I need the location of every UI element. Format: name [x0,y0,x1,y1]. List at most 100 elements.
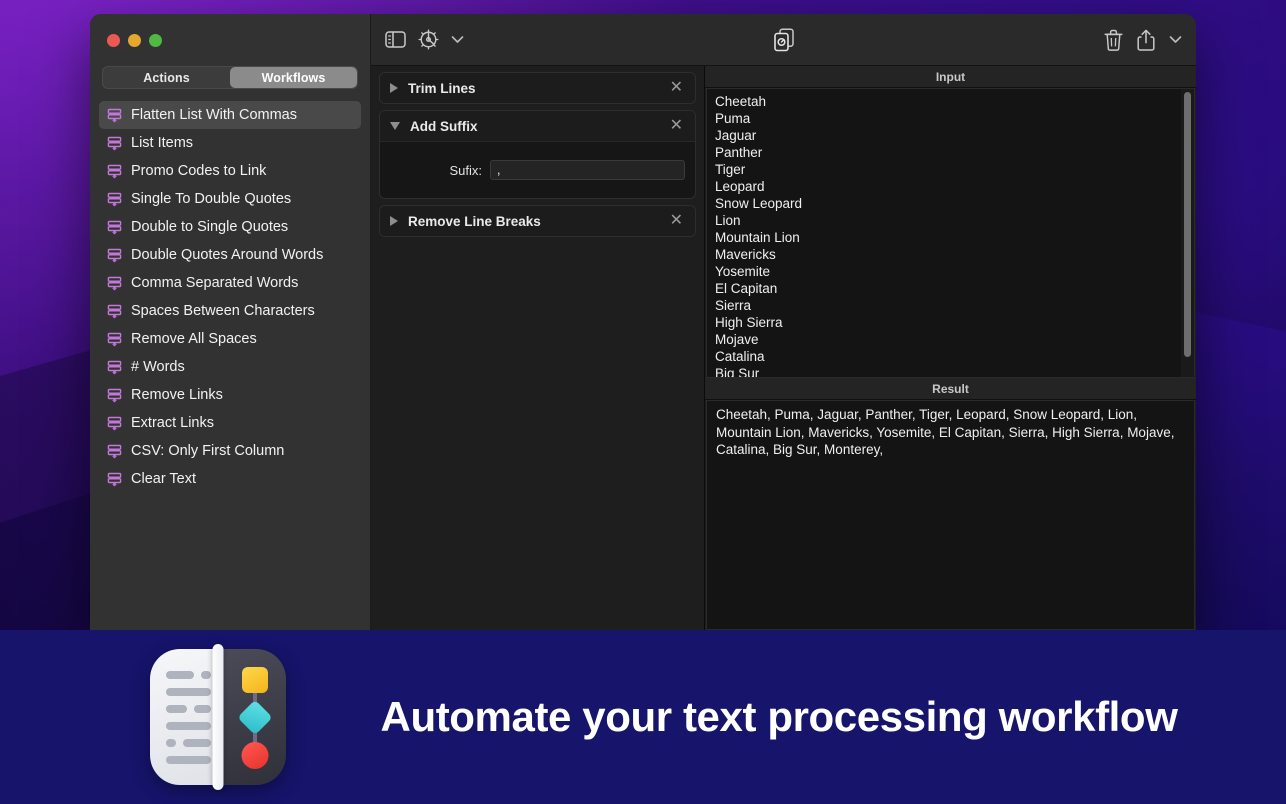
minimize-button[interactable] [128,33,141,47]
input-header-label: Input [935,69,966,84]
workflow-list-item-label: Extract Links [131,415,214,431]
triangle-down-icon[interactable] [390,122,400,130]
result-panel[interactable]: Cheetah, Puma, Jaguar, Panther, Tiger, L… [706,400,1195,630]
share-icon[interactable] [1137,29,1155,51]
action-field-row: Sufix: [390,160,685,180]
sidebar-toggle-icon[interactable] [385,31,406,48]
workflow-list-item[interactable]: Double to Single Quotes [99,213,361,241]
flatten-icon [107,108,122,122]
workflow-list-item-label: Spaces Between Characters [131,303,315,319]
app-icon-circle-node [241,742,269,769]
app-icon-diamond-node [237,699,273,736]
remove-action-button[interactable]: ✕ [668,80,685,96]
workflow-list-item-label: Promo Codes to Link [131,163,267,179]
action-card[interactable]: Remove Line Breaks ✕ [379,205,696,237]
flatten-icon [107,360,122,374]
remove-action-button[interactable]: ✕ [668,213,685,229]
close-button[interactable] [107,33,120,47]
workflow-list-item[interactable]: Comma Separated Words [99,269,361,297]
action-card-header[interactable]: Remove Line Breaks ✕ [380,206,695,236]
app-icon [150,644,286,790]
result-header-label: Result [932,381,969,396]
action-card-title: Trim Lines [408,80,476,96]
actions-workflows-segmented-control[interactable]: Actions Workflows [102,66,358,89]
action-card-title: Remove Line Breaks [408,213,541,229]
gear-icon[interactable] [418,29,439,50]
workflow-list-item[interactable]: Extract Links [99,409,361,437]
flatten-icon [107,388,122,402]
workflow-list-item[interactable]: Clear Text [99,465,361,493]
workflow-list-item[interactable]: List Items [99,129,361,157]
zoom-button[interactable] [149,33,162,47]
action-card-body: Sufix: [380,141,695,198]
flatten-icon [107,248,122,262]
trash-icon[interactable] [1104,29,1123,51]
app-icon-workflow-side [223,649,286,785]
workflow-list-item[interactable]: Double Quotes Around Words [99,241,361,269]
workflow-list-item-label: Comma Separated Words [131,275,299,291]
flatten-icon [107,304,122,318]
workflow-list-item[interactable]: Promo Codes to Link [99,157,361,185]
action-card-header[interactable]: Add Suffix ✕ [380,111,695,141]
main-area: Trim Lines ✕ Add Suffix ✕ Sufix: Remove … [371,14,1196,630]
workflow-list-item[interactable]: Flatten List With Commas [99,101,361,129]
workflow-list-item[interactable]: Remove Links [99,381,361,409]
action-card[interactable]: Add Suffix ✕ Sufix: [379,110,696,199]
input-header: Input [705,66,1196,88]
triangle-right-icon[interactable] [390,83,398,93]
sidebar: Actions Workflows Flatten List With Comm… [90,14,371,630]
tab-actions[interactable]: Actions [103,67,230,88]
flatten-icon [107,192,122,206]
app-window: Actions Workflows Flatten List With Comm… [90,14,1196,630]
action-card-header[interactable]: Trim Lines ✕ [380,73,695,103]
flatten-icon [107,444,122,458]
window-controls [90,14,370,66]
chevron-down-icon[interactable] [1169,35,1182,44]
workflow-list-item-label: Single To Double Quotes [131,191,292,207]
workflow-list-item-label: # Words [131,359,185,375]
flatten-icon [107,276,122,290]
workflow-actions-column[interactable]: Trim Lines ✕ Add Suffix ✕ Sufix: Remove … [371,66,705,630]
workflow-list[interactable]: Flatten List With Commas List Items Prom… [90,97,370,630]
input-textarea[interactable]: Cheetah Puma Jaguar Panther Tiger Leopar… [707,89,1181,377]
duplicate-icon[interactable] [773,27,795,52]
workflow-list-item-label: Flatten List With Commas [131,107,297,123]
input-panel[interactable]: Cheetah Puma Jaguar Panther Tiger Leopar… [706,88,1195,378]
workflow-list-item-label: Clear Text [131,471,197,487]
suffix-input[interactable] [490,160,685,180]
flatten-icon [107,136,122,150]
toolbar-left-group [385,29,464,50]
workflow-list-item[interactable]: CSV: Only First Column [99,437,361,465]
remove-action-button[interactable]: ✕ [668,118,685,134]
flatten-icon [107,332,122,346]
workflow-list-item-label: Remove All Spaces [131,331,257,347]
input-scrollbar-thumb[interactable] [1184,92,1191,357]
io-column: Input Cheetah Puma Jaguar Panther Tiger … [705,66,1196,630]
promo-banner: Automate your text processing workflow [0,630,1286,804]
result-textarea[interactable]: Cheetah, Puma, Jaguar, Panther, Tiger, L… [707,401,1194,464]
toolbar-right-group [1104,29,1182,51]
workflow-list-item[interactable]: Remove All Spaces [99,325,361,353]
workflow-list-item-label: CSV: Only First Column [131,443,285,459]
workflow-list-item-label: Double to Single Quotes [131,219,289,235]
app-icon-square-node [241,667,268,693]
input-scrollbar[interactable] [1181,89,1194,377]
chevron-down-icon[interactable] [451,35,464,44]
action-card-title: Add Suffix [410,118,478,134]
result-header: Result [705,378,1196,400]
flatten-icon [107,416,122,430]
toolbar [371,14,1196,66]
action-field-label: Sufix: [449,162,482,178]
workflow-list-item[interactable]: Spaces Between Characters [99,297,361,325]
action-card[interactable]: Trim Lines ✕ [379,72,696,104]
flatten-icon [107,472,122,486]
app-icon-spine [212,644,224,790]
workflow-list-item-label: List Items [131,135,194,151]
workflow-list-item[interactable]: Single To Double Quotes [99,185,361,213]
banner-headline: Automate your text processing workflow [380,693,1178,741]
flatten-icon [107,220,122,234]
content-area: Trim Lines ✕ Add Suffix ✕ Sufix: Remove … [371,66,1196,630]
triangle-right-icon[interactable] [390,216,398,226]
tab-workflows[interactable]: Workflows [230,67,357,88]
workflow-list-item[interactable]: # Words [99,353,361,381]
